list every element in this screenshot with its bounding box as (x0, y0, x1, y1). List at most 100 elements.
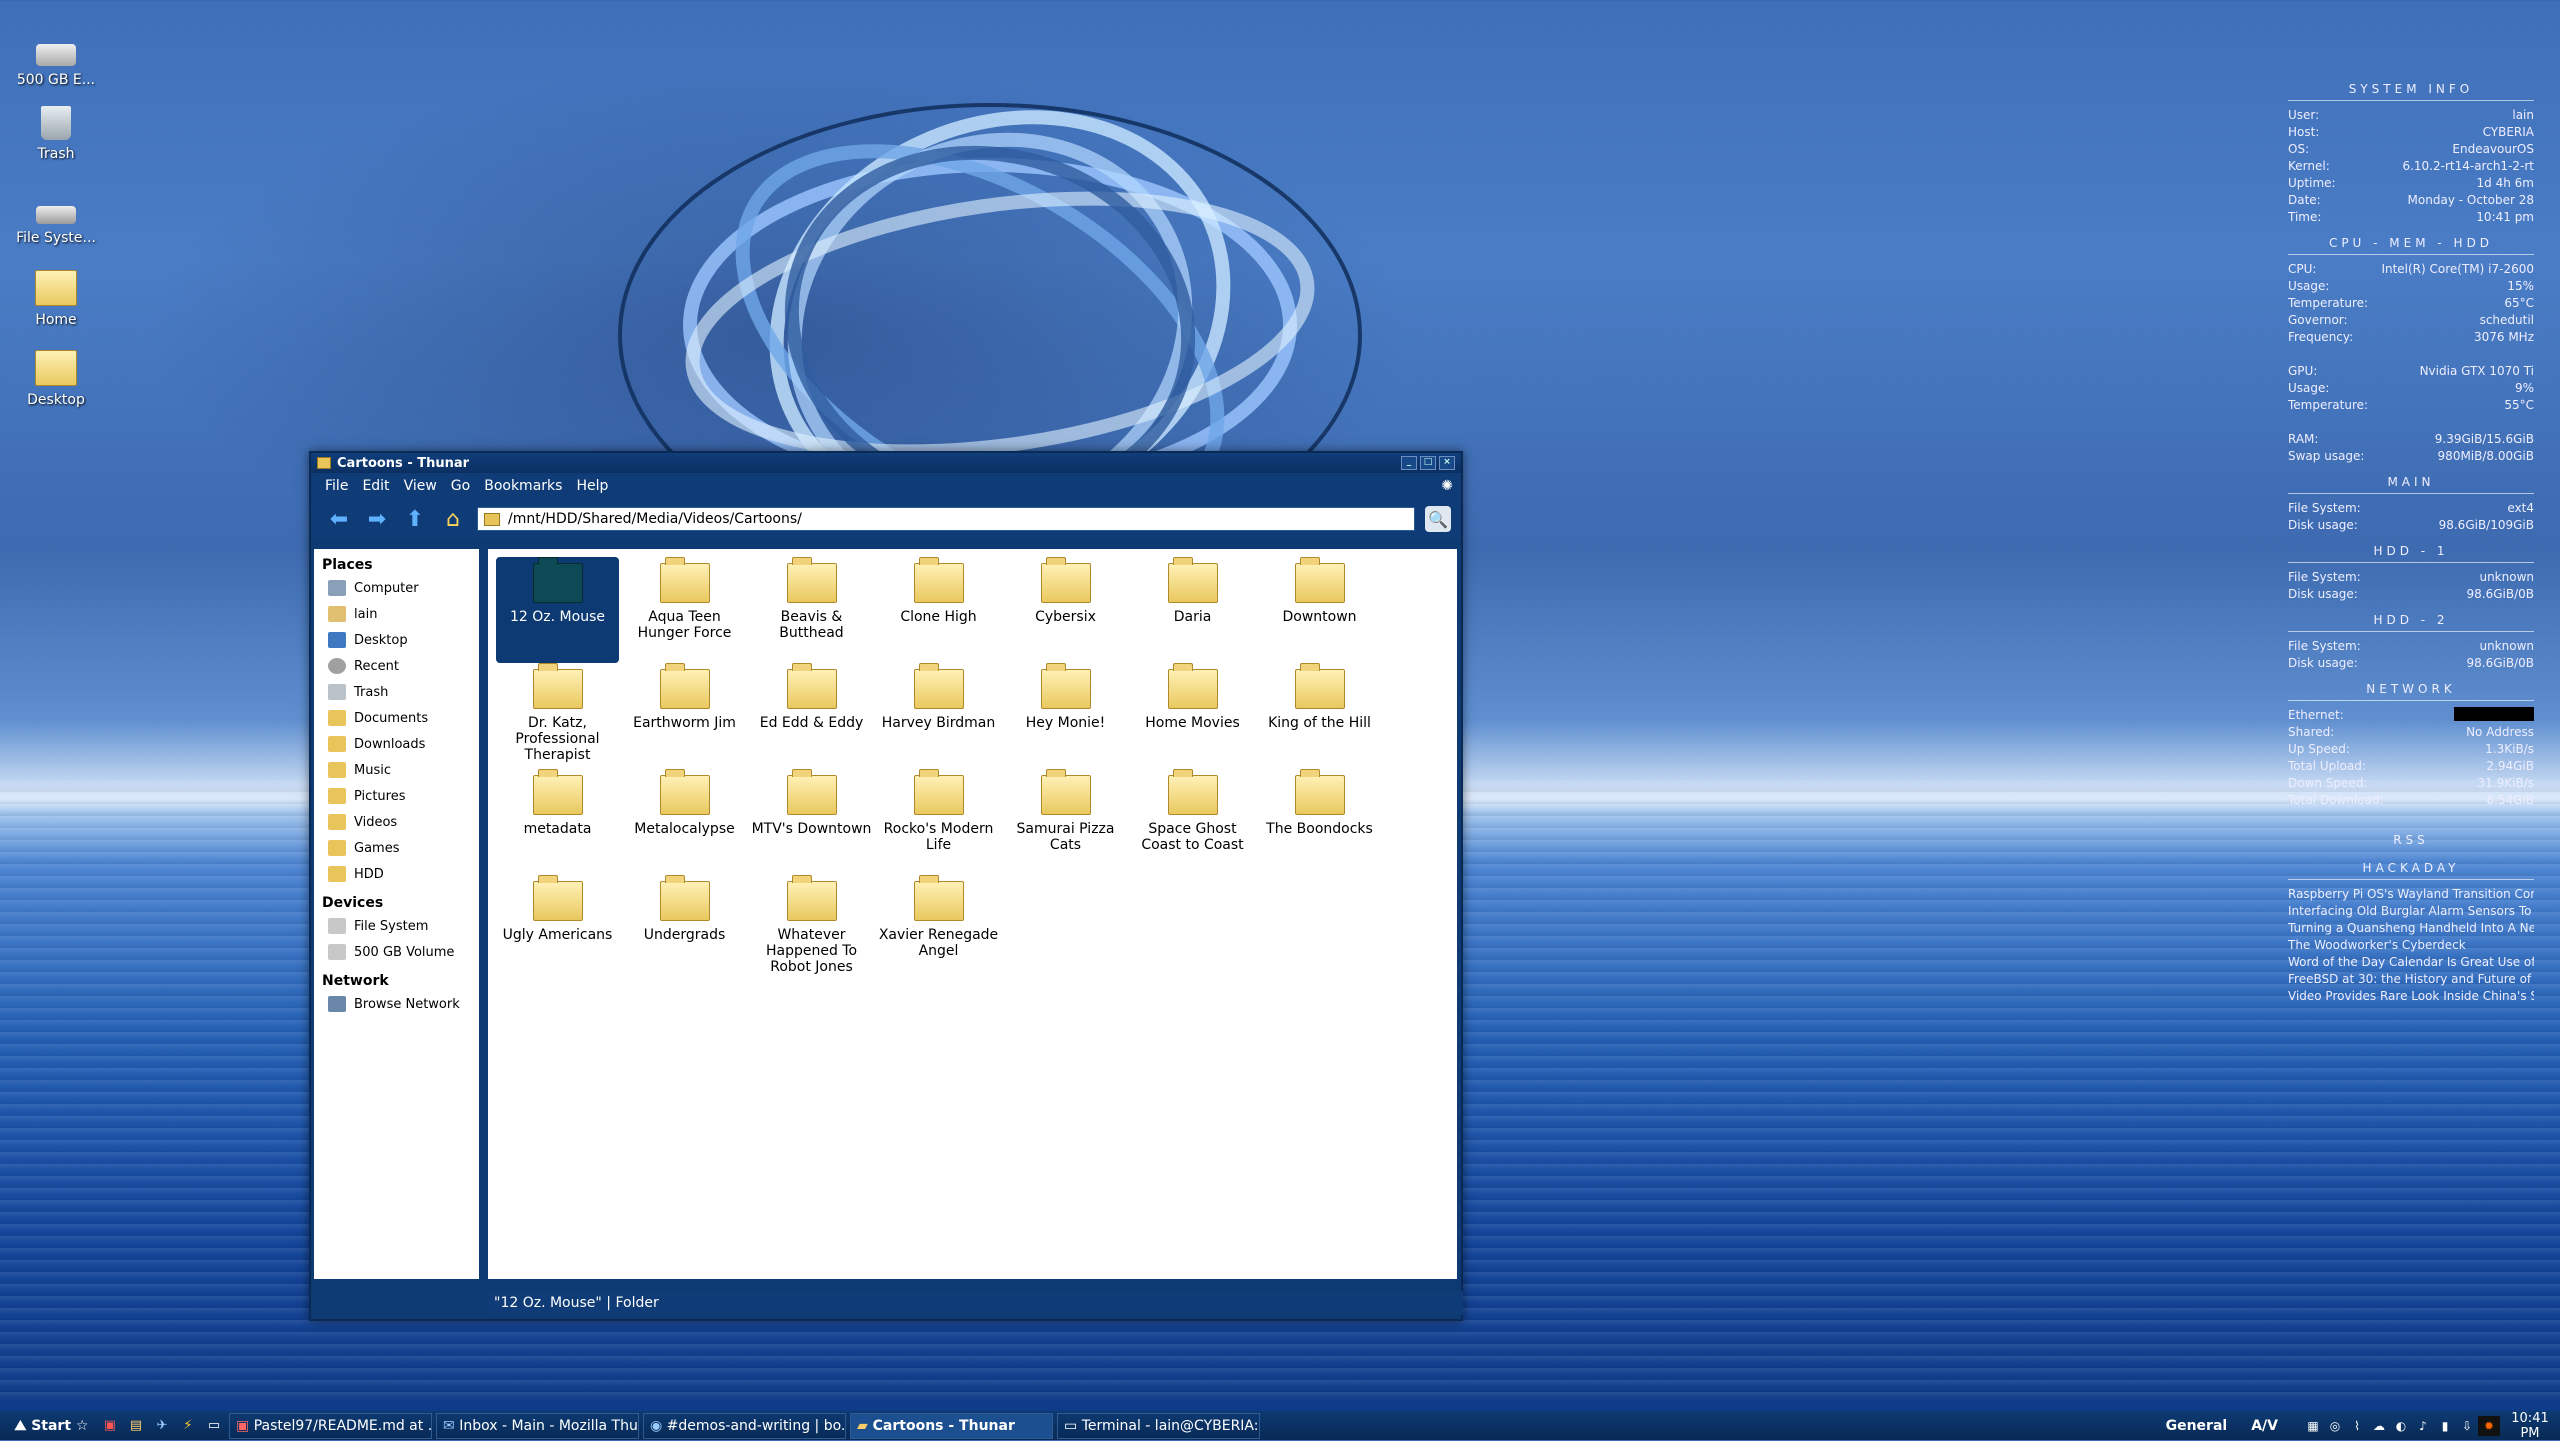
menu-view[interactable]: View (404, 478, 437, 494)
folder-item[interactable]: Rocko's Modern Life (877, 769, 1000, 875)
folder-item[interactable]: Home Movies (1131, 663, 1254, 769)
folder-item[interactable]: Ed Edd & Eddy (750, 663, 873, 769)
workspace-label[interactable]: General (2166, 1418, 2228, 1434)
folder-item[interactable]: MTV's Downtown (750, 769, 873, 875)
battery-tray-icon[interactable]: ▮ (2434, 1416, 2456, 1436)
folder-item[interactable]: Clone High (877, 557, 1000, 663)
update-tray-icon[interactable]: ⇩ (2456, 1416, 2478, 1436)
rss-item[interactable]: Interfacing Old Burglar Alarm Sensors To… (2288, 903, 2534, 920)
folder-item[interactable]: Metalocalypse (623, 769, 746, 875)
folder-item[interactable]: Beavis & Butthead (750, 557, 873, 663)
forward-button[interactable]: ➡ (363, 505, 391, 533)
sidebar-item-500gb-volume[interactable]: 500 GB Volume (314, 939, 479, 965)
conky-value: 15% (2507, 279, 2534, 293)
quicklaunch-icon[interactable]: ⚡ (177, 1416, 199, 1436)
minimize-button[interactable]: _ (1401, 456, 1417, 470)
window-titlebar[interactable]: Cartoons - Thunar _ □ × (311, 453, 1461, 473)
menu-go[interactable]: Go (451, 478, 470, 494)
av-label[interactable]: A/V (2251, 1418, 2278, 1434)
sidebar-item-games[interactable]: Games (314, 835, 479, 861)
folder-item[interactable]: 12 Oz. Mouse (496, 557, 619, 663)
clock[interactable]: 10:41 PM (2500, 1411, 2560, 1441)
back-button[interactable]: ⬅ (325, 505, 353, 533)
rss-item[interactable]: The Woodworker's Cyberdeck (2288, 937, 2534, 954)
sidebar-item-desktop[interactable]: Desktop (314, 627, 479, 653)
folder-item[interactable]: Dr. Katz, Professional Therapist (496, 663, 619, 769)
conky-row: Temperature: 55°C (2288, 397, 2534, 414)
start-button[interactable]: ⛰ Start ☆ (4, 1414, 99, 1438)
volume-tray-icon[interactable]: ♪ (2412, 1416, 2434, 1436)
wifi-tray-icon[interactable]: ⌇ (2346, 1416, 2368, 1436)
conky-row: Ethernet: (2288, 707, 2534, 724)
desktop-icon-trash[interactable]: Trash (6, 106, 106, 162)
task-label: Pastel97/README.md at ... (253, 1417, 432, 1434)
task-thunderbird[interactable]: ✉ Inbox - Main - Mozilla Thu... (436, 1412, 639, 1439)
rss-item[interactable]: Word of the Day Calendar Is Great Use of… (2288, 954, 2534, 971)
sidebar-item-lain[interactable]: lain (314, 601, 479, 627)
folder-item[interactable]: Whatever Happened To Robot Jones (750, 875, 873, 981)
folder-icon (1040, 557, 1091, 603)
task-thunar[interactable]: ▰ Cartoons - Thunar (850, 1412, 1053, 1439)
desktop-icon-home[interactable]: Home (6, 270, 106, 328)
folder-item[interactable]: Hey Monie! (1004, 663, 1127, 769)
quicklaunch-icon[interactable]: ✈ (151, 1416, 173, 1436)
steam-tray-icon[interactable]: ◎ (2324, 1416, 2346, 1436)
discord-tray-icon[interactable]: ◐ (2390, 1416, 2412, 1436)
conky-row: GPU: Nvidia GTX 1070 Ti (2288, 363, 2534, 380)
folder-item[interactable]: King of the Hill (1258, 663, 1381, 769)
menu-bookmarks[interactable]: Bookmarks (484, 478, 562, 494)
folder-item[interactable]: Earthworm Jim (623, 663, 746, 769)
rss-item[interactable]: Turning a Quansheng Handheld Into A Neat (2288, 920, 2534, 937)
quicklaunch-icon[interactable]: ▤ (125, 1416, 147, 1436)
window-title: Cartoons - Thunar (337, 455, 470, 471)
task-chat[interactable]: ◉ #demos-and-writing | bo... (643, 1412, 846, 1439)
alert-tray-icon[interactable]: ✹ (2478, 1415, 2500, 1436)
folder-item[interactable]: Aqua Teen Hunger Force (623, 557, 746, 663)
folder-item[interactable]: Downtown (1258, 557, 1381, 663)
maximize-button[interactable]: □ (1420, 456, 1436, 470)
folder-item[interactable]: metadata (496, 769, 619, 875)
menu-file[interactable]: File (325, 478, 348, 494)
sidebar-item-downloads[interactable]: Downloads (314, 731, 479, 757)
network-tray-icon[interactable]: ▦ (2302, 1416, 2324, 1436)
folder-item[interactable]: Ugly Americans (496, 875, 619, 981)
sidebar-item-computer[interactable]: Computer (314, 575, 479, 601)
cloud-tray-icon[interactable]: ☁ (2368, 1416, 2390, 1436)
quicklaunch-icon[interactable]: ▣ (99, 1416, 121, 1436)
sidebar-item-documents[interactable]: Documents (314, 705, 479, 731)
task-browser[interactable]: ▣ Pastel97/README.md at ... (229, 1412, 432, 1439)
task-terminal[interactable]: ▭ Terminal - lain@CYBERIA:~ (1057, 1412, 1260, 1439)
sidebar-item-videos[interactable]: Videos (314, 809, 479, 835)
folder-item[interactable]: Daria (1131, 557, 1254, 663)
rss-item[interactable]: FreeBSD at 30: the History and Future of… (2288, 971, 2534, 988)
sidebar-item-trash[interactable]: Trash (314, 679, 479, 705)
close-button[interactable]: × (1439, 456, 1455, 470)
up-button[interactable]: ⬆ (401, 505, 429, 533)
sidebar-item-pictures[interactable]: Pictures (314, 783, 479, 809)
folder-item[interactable]: Undergrads (623, 875, 746, 981)
folder-item[interactable]: Cybersix (1004, 557, 1127, 663)
sidebar-item-hdd[interactable]: HDD (314, 861, 479, 887)
menu-help[interactable]: Help (576, 478, 608, 494)
desktop-icon-500gb[interactable]: 500 GB E... (6, 36, 106, 88)
task-label: #demos-and-writing | bo... (666, 1417, 846, 1434)
sidebar-item-music[interactable]: Music (314, 757, 479, 783)
sidebar-item-filesystem[interactable]: File System (314, 913, 479, 939)
rss-item[interactable]: Video Provides Rare Look Inside China's … (2288, 988, 2534, 1005)
folder-item[interactable]: Harvey Birdman (877, 663, 1000, 769)
search-button[interactable]: 🔍 (1425, 506, 1451, 532)
rss-item[interactable]: Raspberry Pi OS's Wayland Transition Com… (2288, 886, 2534, 903)
terminal-icon[interactable]: ▭ (203, 1416, 225, 1436)
menu-edit[interactable]: Edit (362, 478, 389, 494)
desktop-icon-filesystem[interactable]: File Syste... (6, 196, 106, 246)
home-button[interactable]: ⌂ (439, 505, 467, 533)
folder-item[interactable]: Space Ghost Coast to Coast (1131, 769, 1254, 875)
folder-item[interactable]: The Boondocks (1258, 769, 1381, 875)
sidebar-item-recent[interactable]: Recent (314, 653, 479, 679)
section-title: MAIN (2288, 475, 2534, 494)
folder-item[interactable]: Xavier Renegade Angel (877, 875, 1000, 981)
folder-item[interactable]: Samurai Pizza Cats (1004, 769, 1127, 875)
location-bar[interactable]: /mnt/HDD/Shared/Media/Videos/Cartoons/ (477, 507, 1415, 531)
sidebar-item-browse-network[interactable]: Browse Network (314, 991, 479, 1017)
desktop-icon-desktop[interactable]: Desktop (6, 350, 106, 408)
